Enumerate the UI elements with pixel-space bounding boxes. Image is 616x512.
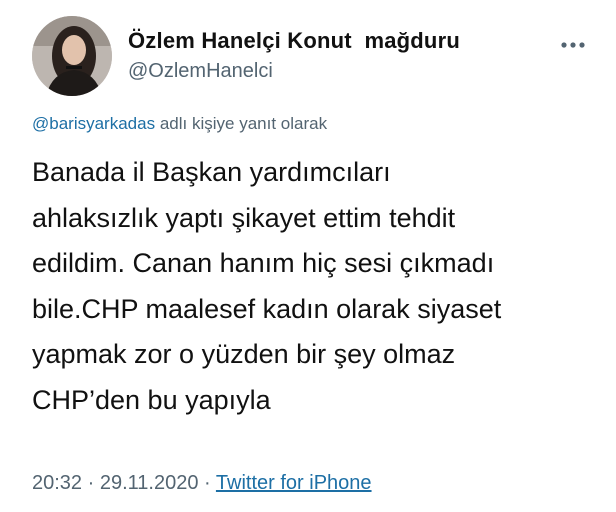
tweet-text-line: CHP’den bu yapıyla bbox=[32, 384, 271, 415]
tweet-text: Banada il Başkan yardımcıları ahlaksızlı… bbox=[32, 150, 592, 423]
tweet-header: Özlem Hanelçi Konut mağduru @OzlemHanelc… bbox=[32, 16, 592, 100]
author-handle[interactable]: @OzlemHanelci bbox=[128, 60, 460, 83]
reply-context-text: adlı kişiye yanıt olarak bbox=[159, 114, 328, 133]
tweet-date[interactable]: 29.11.2020 bbox=[100, 472, 199, 494]
tweet-source-link[interactable]: Twitter for iPhone bbox=[216, 472, 372, 494]
avatar-image bbox=[32, 16, 112, 96]
meta-separator: · bbox=[87, 472, 95, 494]
tweet-text-line: Banada il Başkan yardımcıları bbox=[32, 157, 391, 187]
reply-context: @barisyarkadas adlı kişiye yanıt olarak bbox=[32, 114, 327, 134]
tweet-time[interactable]: 20:32 bbox=[32, 472, 82, 494]
more-options-button[interactable] bbox=[560, 38, 586, 50]
more-horizontal-icon bbox=[561, 42, 585, 48]
tweet-text-line: ahlaksızlık yaptı şikayet ettim tehdit bbox=[32, 202, 456, 233]
avatar[interactable] bbox=[32, 16, 112, 96]
author-info: Özlem Hanelçi Konut mağduru @OzlemHanelc… bbox=[128, 28, 460, 83]
tweet-meta: 20:32 · 29.11.2020 · Twitter for iPhone bbox=[32, 472, 372, 495]
tweet-card: Özlem Hanelçi Konut mağduru @OzlemHanelc… bbox=[0, 0, 616, 512]
reply-mention-link[interactable]: @barisyarkadas bbox=[32, 114, 155, 133]
tweet-text-line: edildim. Canan hanım hiç sesi çıkmadı bbox=[32, 248, 495, 278]
tweet-text-line: yapmak zor o yüzden bir şey olmaz bbox=[32, 339, 456, 369]
meta-separator: · bbox=[204, 472, 211, 494]
author-display-name[interactable]: Özlem Hanelçi Konut mağduru bbox=[128, 28, 460, 54]
tweet-text-line: bile.CHP maalesef kadın olarak siyaset bbox=[32, 293, 502, 324]
